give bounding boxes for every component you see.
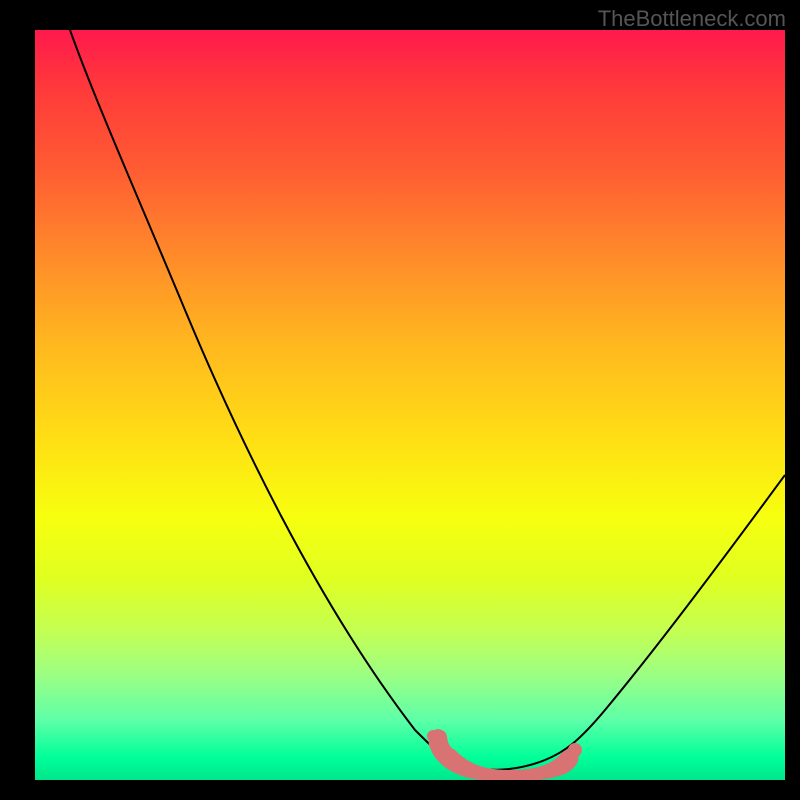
watermark-label: TheBottleneck.com bbox=[598, 6, 786, 32]
bottleneck-curve-svg bbox=[35, 30, 785, 780]
bottleneck-curve-path bbox=[70, 30, 785, 770]
highlight-dot-right bbox=[568, 743, 582, 757]
highlight-dot-left bbox=[427, 730, 439, 742]
chart-plot-area bbox=[35, 30, 785, 780]
